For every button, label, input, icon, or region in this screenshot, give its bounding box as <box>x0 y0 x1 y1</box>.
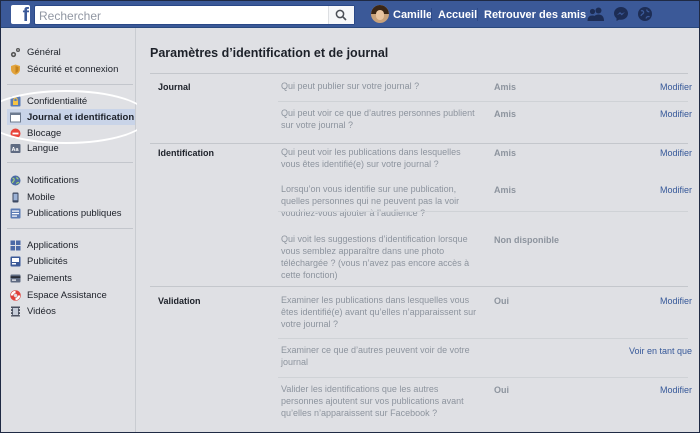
sidebar-item-lifebuoy[interactable]: Espace Assistance <box>7 287 134 303</box>
section-label: Validation <box>158 296 201 306</box>
edit-link[interactable]: Modifier <box>660 296 692 306</box>
nav-separator <box>477 8 478 21</box>
setting-question: Examiner les publications dans lesquelle… <box>281 295 477 329</box>
sidebar-item-timeline[interactable]: Journal et identification <box>7 109 135 125</box>
sidebar-item-lock[interactable]: Confidentialité <box>7 93 134 109</box>
payment-card-icon <box>10 273 21 284</box>
shield-icon <box>10 64 21 75</box>
sidebar-item-gear[interactable]: Général <box>7 44 134 60</box>
sidebar-item-label: Notifications <box>27 174 79 186</box>
sidebar-item-label: Applications <box>27 239 79 251</box>
sidebar-item-ads[interactable]: Publicités <box>7 253 134 269</box>
sidebar-item-label: Sécurité et connexion <box>27 63 119 75</box>
section-divider <box>150 286 688 287</box>
ads-icon <box>10 256 21 267</box>
setting-value: Oui <box>494 296 509 306</box>
sidebar-divider <box>7 84 133 85</box>
sidebar-item-mobile[interactable]: Mobile <box>7 189 134 205</box>
setting-question: Lorsqu’on vous identifie sur une publica… <box>281 184 460 218</box>
setting-value: Amis <box>494 185 517 195</box>
setting-value: Oui <box>494 385 509 395</box>
setting-question: Examiner ce que d’autres peuvent voir de… <box>281 345 470 367</box>
profile-link[interactable]: Camille <box>393 9 432 21</box>
search-button[interactable] <box>328 6 354 24</box>
sidebar-item-apps[interactable]: Applications <box>7 237 134 253</box>
setting-question: Qui peut voir ce que d’autres personnes … <box>281 108 475 130</box>
sidebar-divider <box>7 228 133 229</box>
rss-icon <box>10 208 21 219</box>
sidebar-item-language[interactable]: Aa Langue <box>7 140 134 156</box>
section-divider <box>150 143 688 144</box>
top-navigation-bar: f Camille Accueil Retrouver des amis <box>1 1 699 28</box>
facebook-logo-letter: f <box>22 5 29 24</box>
settings-main-panel: Paramètres d’identification et de journa… <box>137 28 699 432</box>
section-divider <box>150 73 688 74</box>
edit-link[interactable]: Modifier <box>660 385 692 395</box>
edit-link[interactable]: Modifier <box>660 185 692 195</box>
section-label: Identification <box>158 148 214 158</box>
setting-value: Amis <box>494 82 517 92</box>
view-as-link[interactable]: Voir en tant que <box>629 346 692 356</box>
block-icon <box>10 128 21 139</box>
settings-sidebar: Général Sécurité et connexion Confidential… <box>1 28 149 432</box>
sidebar-item-label: Langue <box>27 142 59 154</box>
sidebar-item-label: Général <box>27 46 61 58</box>
row-divider <box>278 101 688 102</box>
apps-icon <box>10 240 21 251</box>
avatar[interactable] <box>371 5 389 23</box>
sidebar-item-label: Vidéos <box>27 305 56 317</box>
find-friends-link[interactable]: Retrouver des amis <box>484 9 586 21</box>
notifications-globe-icon[interactable] <box>637 6 653 22</box>
setting-value: Non disponible <box>494 235 559 245</box>
facebook-logo[interactable]: f <box>11 5 30 24</box>
sidebar-item-label: Publicités <box>27 255 68 267</box>
sidebar-item-label: Mobile <box>27 191 55 203</box>
sidebar-item-shield[interactable]: Sécurité et connexion <box>7 61 134 77</box>
row-divider <box>278 377 688 378</box>
svg-text:Aa: Aa <box>12 147 20 153</box>
setting-value: Amis <box>494 148 517 158</box>
gear-icon <box>10 47 21 58</box>
sidebar-item-rss[interactable]: Publications publiques <box>7 205 134 221</box>
setting-question: Valider les identifications que les autr… <box>281 384 464 418</box>
globe-icon <box>10 175 21 186</box>
lifebuoy-icon <box>10 289 21 301</box>
search-box <box>34 5 355 25</box>
sidebar-item-label: Publications publiques <box>27 207 122 219</box>
setting-value: Amis <box>494 109 517 119</box>
sidebar-item-payment-card[interactable]: Paiements <box>7 270 134 286</box>
timeline-icon <box>10 112 21 123</box>
page-title: Paramètres d’identification et de journa… <box>150 46 389 60</box>
nav-separator <box>431 8 432 21</box>
edit-link[interactable]: Modifier <box>660 82 692 92</box>
setting-question: Qui voit les suggestions d’identificatio… <box>281 234 470 280</box>
setting-question: Qui peut publier sur votre journal ? <box>281 81 420 91</box>
sidebar-item-label: Paiements <box>27 272 72 284</box>
section-label: Journal <box>158 82 191 92</box>
mobile-icon <box>10 192 21 203</box>
setting-question: Qui peut voir les publications dans lesq… <box>281 147 461 169</box>
sidebar-item-label: Confidentialité <box>27 95 88 107</box>
search-icon <box>335 9 347 21</box>
sidebar-divider <box>7 162 133 163</box>
sidebar-item-globe[interactable]: Notifications <box>7 172 134 188</box>
home-link[interactable]: Accueil <box>438 9 477 21</box>
search-input[interactable] <box>39 8 329 23</box>
lock-icon <box>10 96 21 107</box>
sidebar-item-label: Espace Assistance <box>27 289 107 301</box>
edit-link[interactable]: Modifier <box>660 148 692 158</box>
edit-link[interactable]: Modifier <box>660 109 692 119</box>
sidebar-item-label: Blocage <box>27 127 62 139</box>
friends-icon[interactable] <box>587 6 605 22</box>
sidebar-item-video[interactable]: Vidéos <box>7 303 134 319</box>
row-divider <box>278 211 688 212</box>
language-icon: Aa <box>10 143 21 154</box>
video-icon <box>10 306 21 317</box>
messenger-icon[interactable] <box>613 6 629 22</box>
sidebar-item-label: Journal et identification <box>27 111 135 123</box>
app-window: f Camille Accueil Retrouver des amis <box>1 1 699 432</box>
avatar-face <box>376 10 384 20</box>
sidebar-item-block[interactable]: Blocage <box>7 125 134 141</box>
row-divider <box>278 338 688 339</box>
